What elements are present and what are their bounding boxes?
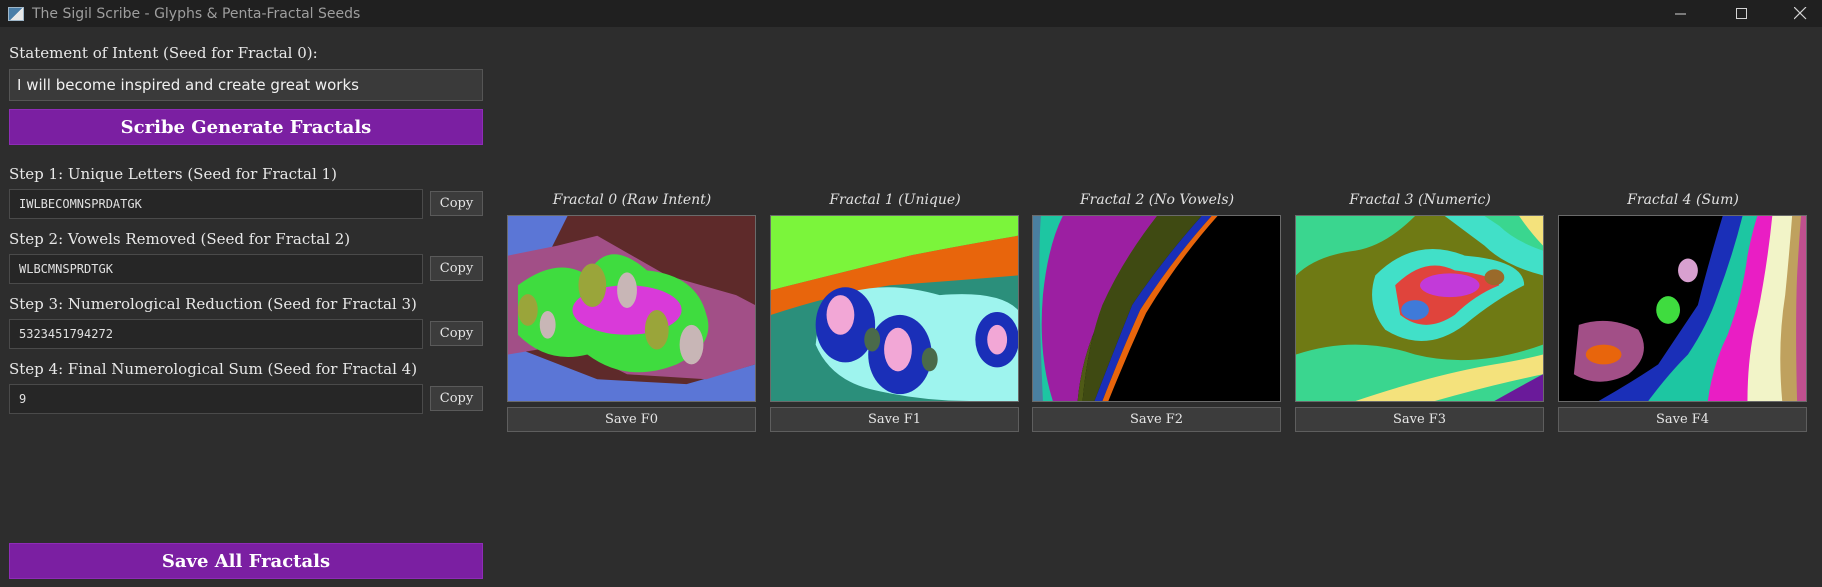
step3-copy-button[interactable]: Copy: [430, 321, 483, 346]
fractal-2-title: Fractal 2 (No Vowels): [1079, 192, 1235, 208]
maximize-icon: [1736, 7, 1747, 19]
save-f4-button[interactable]: Save F4: [1558, 407, 1807, 432]
step3-label: Step 3: Numerological Reduction (Seed fo…: [9, 295, 417, 313]
step2-copy-button[interactable]: Copy: [430, 256, 483, 281]
title-bar: The Sigil Scribe - Glyphs & Penta-Fracta…: [0, 0, 1822, 27]
step4-field[interactable]: 9: [9, 384, 423, 414]
save-f3-button[interactable]: Save F3: [1295, 407, 1544, 432]
scribe-generate-button[interactable]: Scribe Generate Fractals: [9, 109, 483, 145]
step2-field[interactable]: WLBCMNSPRDTGK: [9, 254, 423, 284]
close-icon: [1793, 7, 1806, 20]
step1-label: Step 1: Unique Letters (Seed for Fractal…: [9, 165, 337, 183]
step3-field[interactable]: 5323451794272: [9, 319, 423, 349]
fractal-2-image: [1032, 215, 1281, 402]
fractal-0-title: Fractal 0 (Raw Intent): [552, 192, 712, 208]
save-f0-button[interactable]: Save F0: [507, 407, 756, 432]
save-all-fractals-button[interactable]: Save All Fractals: [9, 543, 483, 579]
save-f2-button[interactable]: Save F2: [1032, 407, 1281, 432]
fractal-4-title: Fractal 4 (Sum): [1627, 192, 1739, 208]
window-title: The Sigil Scribe - Glyphs & Penta-Fracta…: [32, 5, 361, 22]
minimize-icon: [1675, 13, 1686, 14]
fractal-3-image: [1295, 215, 1544, 402]
minimize-button[interactable]: [1652, 0, 1710, 27]
fractal-1-title: Fractal 1 (Unique): [829, 192, 961, 208]
intent-label: Statement of Intent (Seed for Fractal 0)…: [9, 44, 318, 62]
close-button[interactable]: [1771, 0, 1822, 27]
intent-input[interactable]: I will become inspired and create great …: [9, 69, 483, 101]
fractal-1-image: [770, 215, 1019, 402]
step1-copy-button[interactable]: Copy: [430, 191, 483, 216]
step4-copy-button[interactable]: Copy: [430, 386, 483, 411]
app-icon: [8, 6, 24, 21]
step2-label: Step 2: Vowels Removed (Seed for Fractal…: [9, 230, 351, 248]
step1-field[interactable]: IWLBECOMNSPRDATGK: [9, 189, 423, 219]
fractal-3-title: Fractal 3 (Numeric): [1349, 192, 1491, 208]
fractal-4-image: [1558, 215, 1807, 402]
fractal-0-image: [507, 215, 756, 402]
maximize-button[interactable]: [1713, 0, 1771, 27]
save-f1-button[interactable]: Save F1: [770, 407, 1019, 432]
step4-label: Step 4: Final Numerological Sum (Seed fo…: [9, 360, 418, 378]
